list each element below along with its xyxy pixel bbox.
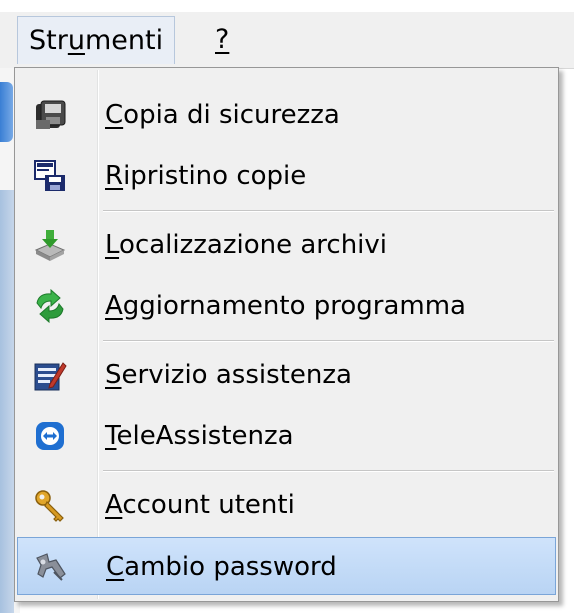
menu-item-label: Localizzazione archivi [105,216,387,274]
background-panel [0,190,14,613]
menu-item-label: Servizio assistenza [105,346,352,404]
label-text: ocalizzazione archivi [119,230,388,260]
background-app-logo [0,82,13,142]
archive-location-icon [33,228,67,262]
menu-item-label: Cambio password [106,538,337,596]
menu-item-account-utenti[interactable]: Account utenti [17,476,556,534]
update-icon [33,288,67,324]
label-mnemonic: C [105,100,124,130]
label-mnemonic: T [105,421,117,451]
menu-item-label: TeleAssistenza [105,407,294,465]
window-top-edge [0,0,574,12]
menu-item-aggiornamento-programma[interactable]: Aggiornamento programma [17,277,556,335]
user-accounts-key-icon [33,488,67,522]
screen: Strumenti ? Copia di sicurezza Ripristin… [0,0,574,613]
menu-help-mnemonic: ? [215,24,230,55]
menu-bar: Strumenti ? [0,0,574,69]
label-text: ccount utenti [122,490,295,520]
menu-help[interactable]: ? [204,16,240,64]
menu-item-label: Aggiornamento programma [105,277,466,335]
label-mnemonic: A [105,291,123,321]
menu-item-label: Account utenti [105,476,295,534]
menu-strumenti-mnemonic: u [67,25,85,56]
change-password-icon [34,550,68,584]
label-mnemonic: L [105,230,120,260]
menu-strumenti-prefix: Str [29,25,68,56]
backup-icon [33,98,67,132]
label-text: ipristino copie [123,161,307,191]
menu-separator [103,210,554,212]
menu-item-localizzazione-archivi[interactable]: Localizzazione archivi [17,216,556,274]
menu-item-ripristino-copie[interactable]: Ripristino copie [17,147,556,205]
restore-icon [33,159,67,193]
menu-item-teleassistenza[interactable]: TeleAssistenza [17,407,556,465]
menu-item-label: Copia di sicurezza [105,86,340,144]
label-mnemonic: S [105,360,122,390]
label-text: ggiornamento programma [122,291,466,321]
label-mnemonic: A [105,490,123,520]
label-text: eleAssistenza [116,421,294,451]
menu-item-cambio-password[interactable]: Cambio password [17,537,556,595]
label-mnemonic: R [105,161,124,191]
teleassistance-icon [33,419,67,453]
label-text: ambio password [124,552,337,582]
menu-item-servizio-assistenza[interactable]: Servizio assistenza [17,346,556,404]
menu-separator [103,470,554,472]
label-text: opia di sicurezza [123,100,340,130]
support-service-icon [33,358,67,392]
label-text: ervizio assistenza [121,360,352,390]
strumenti-dropdown-menu: Copia di sicurezza Ripristino copie Loca… [14,67,559,602]
menu-separator [103,340,554,342]
label-mnemonic: C [106,552,125,582]
menu-item-copia-di-sicurezza[interactable]: Copia di sicurezza [17,86,556,144]
menu-strumenti-suffix: menti [84,25,164,56]
menu-item-label: Ripristino copie [105,147,306,205]
menu-strumenti[interactable]: Strumenti [17,16,176,64]
